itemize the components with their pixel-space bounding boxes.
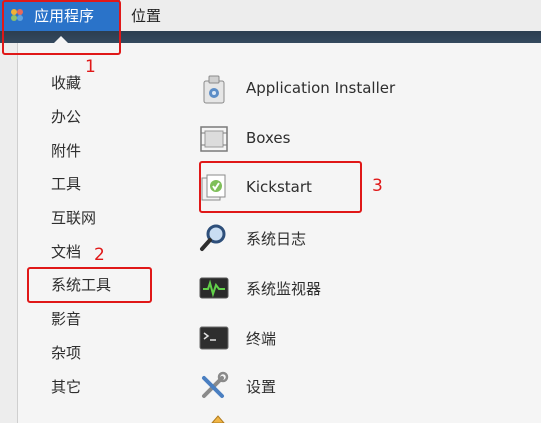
category-accessories[interactable]: 附件 <box>51 140 81 161</box>
app-label: Application Installer <box>246 79 396 97</box>
app-label: 终端 <box>246 330 277 348</box>
magnifier-log-icon <box>200 224 226 251</box>
app-application-installer[interactable]: Application Installer <box>198 71 458 107</box>
category-utilities[interactable]: 工具 <box>51 173 81 194</box>
terminal-icon <box>199 326 229 350</box>
package-installer-icon <box>203 75 225 104</box>
next-app-partial-icon <box>211 415 225 423</box>
places-menu-button[interactable]: 位置 <box>131 5 161 26</box>
annotation-number-2: 2 <box>94 245 105 265</box>
category-sundry[interactable]: 杂项 <box>51 342 81 363</box>
system-monitor-icon <box>199 277 229 299</box>
app-label: 设置 <box>246 378 277 396</box>
annotation-box-3 <box>199 161 362 213</box>
app-system-log[interactable]: 系统日志 <box>198 220 458 256</box>
app-system-monitor[interactable]: 系统监视器 <box>198 270 458 306</box>
boxes-icon <box>200 126 228 152</box>
category-documents[interactable]: 文档 <box>51 241 81 262</box>
annotation-number-3: 3 <box>372 176 383 196</box>
annotation-number-1: 1 <box>85 57 96 77</box>
app-label: 系统日志 <box>246 230 307 248</box>
category-favorites[interactable]: 收藏 <box>51 72 81 93</box>
annotation-box-2 <box>27 267 152 303</box>
category-internet[interactable]: 互联网 <box>51 207 96 228</box>
app-terminal[interactable]: 终端 <box>198 320 458 356</box>
app-label: Boxes <box>246 129 291 147</box>
category-other[interactable]: 其它 <box>51 376 81 397</box>
app-settings[interactable]: 设置 <box>198 368 458 404</box>
settings-tools-icon <box>202 371 229 398</box>
category-office[interactable]: 办公 <box>51 106 81 127</box>
annotation-box-1 <box>2 0 121 55</box>
app-label: 系统监视器 <box>246 280 322 298</box>
app-boxes[interactable]: Boxes <box>198 121 458 157</box>
category-sound-video[interactable]: 影音 <box>51 308 81 329</box>
